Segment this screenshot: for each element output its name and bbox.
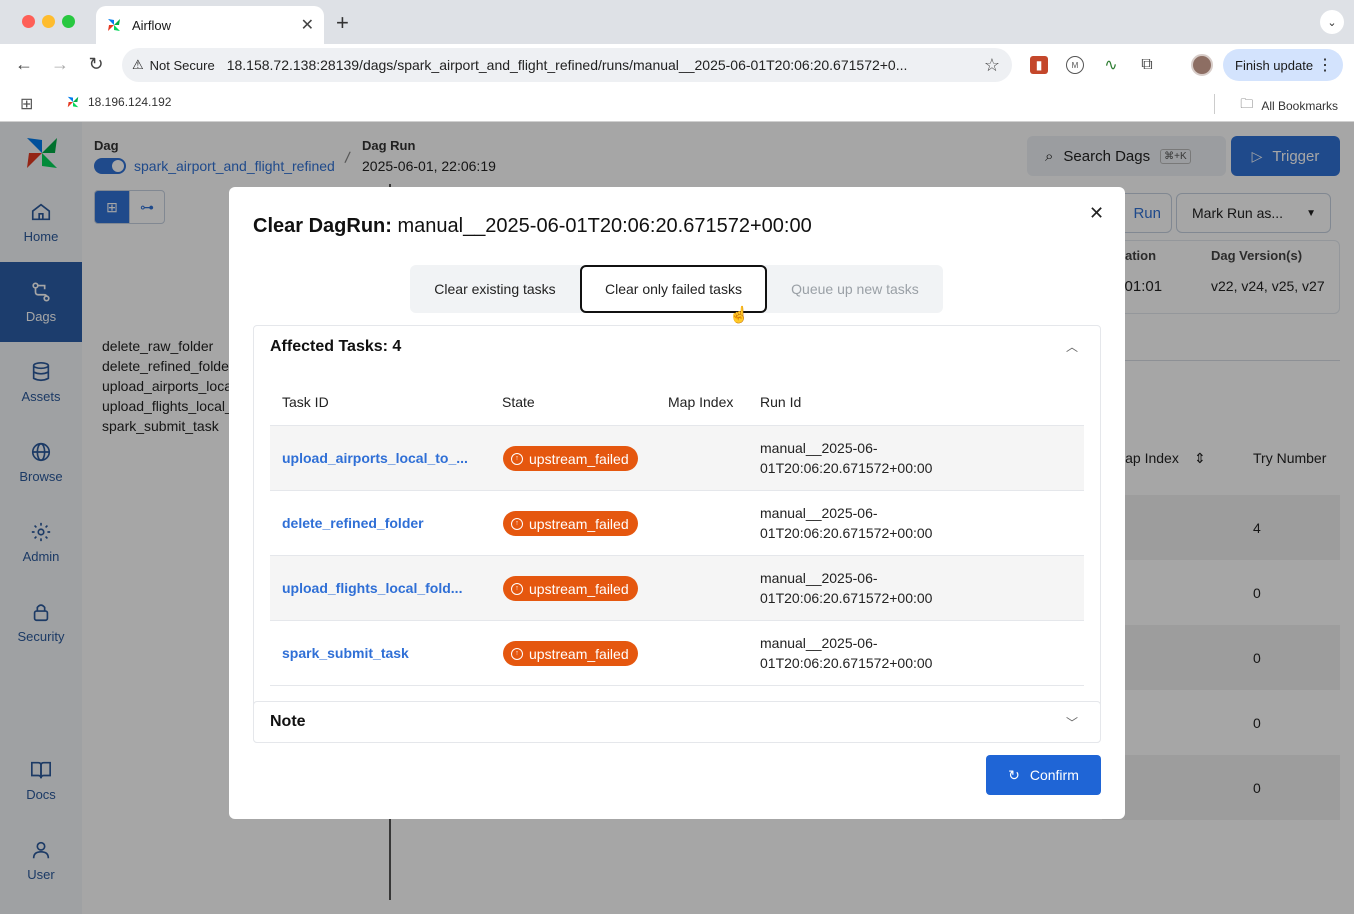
- extension-red-icon[interactable]: ▮: [1030, 56, 1048, 74]
- state-label: upstream_failed: [529, 450, 629, 467]
- more-options-icon: ⋮: [1317, 57, 1333, 74]
- column-header: State: [502, 394, 535, 410]
- not-secure-label: Not Secure: [149, 57, 215, 73]
- table-row: upload_flights_local_fold... ↑ upstream_…: [270, 556, 1084, 621]
- address-bar[interactable]: ⚠ Not Secure 18.158.72.138:28139/dags/sp…: [122, 48, 1012, 82]
- profile-avatar[interactable]: [1191, 54, 1213, 76]
- airflow-favicon-icon: [67, 96, 79, 108]
- finish-update-button[interactable]: Finish update ⋮: [1223, 49, 1343, 81]
- close-window-button[interactable]: [22, 15, 35, 28]
- refresh-icon: ↻: [1008, 766, 1020, 783]
- option-queue-new[interactable]: Queue up new tasks: [767, 265, 943, 313]
- security-chip[interactable]: ⚠ Not Secure: [132, 57, 227, 73]
- bookmarks-divider: [1214, 94, 1215, 114]
- chevron-up-icon[interactable]: ︿: [1066, 338, 1078, 355]
- confirm-button[interactable]: ↻ Confirm: [986, 755, 1101, 795]
- finish-update-label: Finish update: [1235, 57, 1314, 73]
- extensions-puzzle-icon[interactable]: ⧉: [1138, 56, 1156, 74]
- clear-mode-selector: Clear existing tasks Clear only failed t…: [410, 265, 943, 313]
- forward-arrow-icon[interactable]: →: [48, 54, 72, 75]
- run-id-line: manual__2025-06-: [760, 635, 878, 651]
- folder-icon: 🗀: [1240, 96, 1254, 111]
- all-bookmarks-button[interactable]: 🗀 All Bookmarks: [1240, 95, 1338, 117]
- warning-icon: ⚠: [132, 57, 144, 72]
- browser-toolbar: ← → ↻ ⚠ Not Secure 18.158.72.138:28139/d…: [0, 44, 1354, 86]
- note-title: Note: [270, 713, 306, 730]
- table-row: spark_submit_task ↑ upstream_failed manu…: [270, 621, 1084, 686]
- browser-titlebar: Airflow ✕ + ⌄: [0, 0, 1354, 44]
- run-id-line: manual__2025-06-: [760, 570, 878, 586]
- confirm-label: Confirm: [1029, 767, 1079, 783]
- new-tab-button[interactable]: +: [336, 10, 349, 36]
- run-id-line: 01T20:06:20.671572+00:00: [760, 525, 933, 541]
- close-tab-icon[interactable]: ✕: [301, 15, 314, 35]
- run-id-cell: manual__2025-06- 01T20:06:20.671572+00:0…: [760, 503, 980, 543]
- run-id-line: 01T20:06:20.671572+00:00: [760, 655, 933, 671]
- airflow-favicon-icon: [108, 19, 120, 31]
- close-icon[interactable]: ✕: [1089, 203, 1104, 224]
- affected-tasks-title[interactable]: Affected Tasks: 4: [270, 338, 401, 356]
- task-id-link[interactable]: delete_refined_folder: [282, 515, 424, 531]
- all-bookmarks-label: All Bookmarks: [1261, 99, 1338, 113]
- column-header: Task ID: [282, 394, 329, 410]
- status-badge: ↑ upstream_failed: [503, 576, 638, 601]
- extension-circle-icon[interactable]: M: [1066, 56, 1084, 74]
- run-id-cell: manual__2025-06- 01T20:06:20.671572+00:0…: [760, 568, 980, 608]
- bookmark-star-icon[interactable]: ☆: [984, 55, 1000, 76]
- pointer-cursor-icon: ☝: [729, 307, 749, 324]
- status-badge: ↑ upstream_failed: [503, 641, 638, 666]
- dialog-title: Clear DagRun: manual__2025-06-01T20:06:2…: [253, 215, 812, 238]
- run-id-line: 01T20:06:20.671572+00:00: [760, 460, 933, 476]
- clear-dagrun-dialog: Clear DagRun: manual__2025-06-01T20:06:2…: [229, 187, 1125, 819]
- note-panel[interactable]: Note ﹀: [253, 701, 1101, 743]
- run-id-line: 01T20:06:20.671572+00:00: [760, 590, 933, 606]
- bookmark-item[interactable]: 18.196.124.192: [66, 95, 171, 109]
- browser-tab[interactable]: Airflow ✕: [96, 6, 324, 44]
- reload-icon[interactable]: ↻: [84, 54, 108, 75]
- bookmarks-bar: ⊞ 18.196.124.192 🗀 All Bookmarks: [0, 86, 1354, 122]
- table-header: Task ID State Map Index Run Id: [270, 380, 1084, 426]
- upstream-failed-icon: ↑: [511, 452, 523, 465]
- dialog-title-run: manual__2025-06-01T20:06:20.671572+00:00: [397, 215, 812, 237]
- extension-wave-icon[interactable]: ∿: [1102, 56, 1120, 74]
- upstream-failed-icon: ↑: [511, 647, 523, 660]
- upstream-failed-icon: ↑: [511, 582, 523, 595]
- dialog-title-prefix: Clear DagRun:: [253, 215, 392, 237]
- bookmark-label: 18.196.124.192: [88, 95, 172, 109]
- run-id-line: manual__2025-06-: [760, 505, 878, 521]
- back-arrow-icon[interactable]: ←: [12, 54, 36, 75]
- table-row: upload_airports_local_to_... ↑ upstream_…: [270, 426, 1084, 491]
- status-badge: ↑ upstream_failed: [503, 446, 638, 471]
- run-id-line: manual__2025-06-: [760, 440, 878, 456]
- chevron-down-icon: ﹀: [1066, 716, 1079, 730]
- tab-search-chevron-icon[interactable]: ⌄: [1320, 10, 1344, 34]
- minimize-window-button[interactable]: [42, 15, 55, 28]
- state-label: upstream_failed: [529, 645, 629, 662]
- task-id-link[interactable]: upload_airports_local_to_...: [282, 450, 468, 466]
- option-clear-existing[interactable]: Clear existing tasks: [410, 265, 580, 313]
- affected-tasks-panel: Affected Tasks: 4 ︿ Task ID State Map In…: [253, 325, 1101, 743]
- run-id-cell: manual__2025-06- 01T20:06:20.671572+00:0…: [760, 633, 980, 673]
- tab-title: Airflow: [132, 17, 172, 33]
- upstream-failed-icon: ↑: [511, 517, 523, 530]
- url-text[interactable]: 18.158.72.138:28139/dags/spark_airport_a…: [227, 57, 974, 73]
- state-label: upstream_failed: [529, 515, 629, 532]
- apps-grid-icon[interactable]: ⊞: [20, 94, 33, 114]
- task-id-link[interactable]: upload_flights_local_fold...: [282, 580, 462, 596]
- run-id-cell: manual__2025-06- 01T20:06:20.671572+00:0…: [760, 438, 980, 478]
- status-badge: ↑ upstream_failed: [503, 511, 638, 536]
- task-id-link[interactable]: spark_submit_task: [282, 645, 409, 661]
- column-header: Map Index: [668, 394, 734, 410]
- maximize-window-button[interactable]: [62, 15, 75, 28]
- table-row: delete_refined_folder ↑ upstream_failed …: [270, 491, 1084, 556]
- state-label: upstream_failed: [529, 580, 629, 597]
- column-header: Run Id: [760, 394, 802, 410]
